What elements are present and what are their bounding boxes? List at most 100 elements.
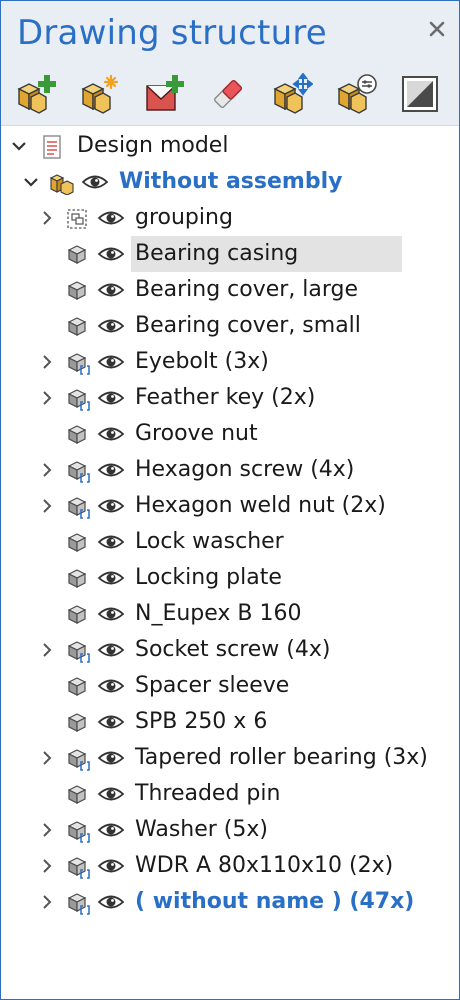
tree-item-socket-screw-4x[interactable]: Socket screw (4x) [1,632,459,668]
tree-item-label: Threaded pin [135,781,281,806]
eye-icon[interactable] [97,317,125,335]
tree-item-threaded-pin[interactable]: Threaded pin [1,776,459,812]
multi-part-icon [67,641,90,663]
tree-item-n-eupex-b-160[interactable]: N_Eupex B 160 [1,596,459,632]
multi-part-icon [67,857,90,879]
eye-icon[interactable] [97,245,125,263]
tree-item-label: Bearing cover, small [135,313,361,338]
eye-icon[interactable] [97,785,125,803]
tree-root-design-model[interactable]: Design model [1,128,459,164]
chevron-down-icon[interactable] [21,172,41,192]
part-icon [67,605,87,624]
tree-item-label: Washer (5x) [135,817,268,842]
tree-item-spb-250-x-6[interactable]: SPB 250 x 6 [1,704,459,740]
chevron-right-icon[interactable] [37,352,57,372]
tree-item-bearing-cover-large[interactable]: Bearing cover, large [1,272,459,308]
tree-item-label: WDR A 80x110x10 (2x) [135,853,394,878]
eye-icon[interactable] [97,353,125,371]
tree-item-label: Spacer sleeve [135,673,290,698]
tree-item-spacer-sleeve[interactable]: Spacer sleeve [1,668,459,704]
chevron-right-icon[interactable] [37,748,57,768]
tree-item-feather-key-2x[interactable]: Feather key (2x) [1,380,459,416]
eye-icon[interactable] [97,677,125,695]
tree-item-groove-nut[interactable]: Groove nut [1,416,459,452]
document-icon [43,135,61,159]
close-icon[interactable] [425,17,449,41]
eye-icon[interactable] [97,605,125,623]
tree-item-tapered-roller-bearing-3x[interactable]: Tapered roller bearing (3x) [1,740,459,776]
tree-item-label: Hexagon weld nut (2x) [135,493,386,518]
tree-item-bearing-casing[interactable]: Bearing casing [1,236,459,272]
chevron-right-icon[interactable] [37,820,57,840]
tree-item-label: Eyebolt (3x) [135,349,269,374]
chevron-down-icon[interactable] [9,136,29,156]
part-icon [67,677,87,696]
drawing-structure-panel: Drawing structure Design model Without a… [0,0,460,1000]
part-icon [67,533,87,552]
tree-item-grouping[interactable]: grouping [1,200,459,236]
tree-item-label: Locking plate [135,565,282,590]
chevron-right-icon[interactable] [37,208,57,228]
tree-group-without-assembly[interactable]: Without assembly [1,164,459,200]
eye-icon[interactable] [97,569,125,587]
eye-icon[interactable] [97,497,125,515]
tree-item-hexagon-weld-nut-2x[interactable]: Hexagon weld nut (2x) [1,488,459,524]
multi-part-icon [67,893,90,915]
eye-icon[interactable] [97,281,125,299]
tree-item-wdr-a-80x110x10-2x[interactable]: WDR A 80x110x10 (2x) [1,848,459,884]
tree-item-label: Hexagon screw (4x) [135,457,355,482]
tree-item-lock-wascher[interactable]: Lock wascher [1,524,459,560]
tree-item-label: Groove nut [135,421,258,446]
tree-item-label: Socket screw (4x) [135,637,331,662]
eye-icon[interactable] [97,461,125,479]
add-component-icon[interactable] [15,73,57,115]
tree-item-hexagon-screw-4x[interactable]: Hexagon screw (4x) [1,452,459,488]
eye-icon[interactable] [97,893,125,911]
panel-header: Drawing structure [1,1,459,61]
chevron-right-icon[interactable] [37,496,57,516]
eye-icon[interactable] [97,821,125,839]
grouping-icon [67,209,87,229]
part-icon [67,785,87,804]
toolbar [1,61,459,126]
chevron-right-icon[interactable] [37,892,57,912]
multi-part-icon [67,389,90,411]
tree-item-label: grouping [135,205,233,230]
eraser-icon[interactable] [207,73,249,115]
eye-icon[interactable] [97,749,125,767]
assembly-icon [49,174,74,195]
structure-tree: Design model Without assembly grouping Be… [1,127,459,999]
eye-icon[interactable] [81,173,109,191]
tree-item-bearing-cover-small[interactable]: Bearing cover, small [1,308,459,344]
chevron-right-icon[interactable] [37,856,57,876]
part-icon [67,317,87,336]
tree-item-washer-5x[interactable]: Washer (5x) [1,812,459,848]
eye-icon[interactable] [97,533,125,551]
tree-item-locking-plate[interactable]: Locking plate [1,560,459,596]
eye-icon[interactable] [97,209,125,227]
chevron-right-icon[interactable] [37,460,57,480]
chevron-right-icon[interactable] [37,388,57,408]
new-component-icon[interactable] [79,73,121,115]
eye-icon[interactable] [97,857,125,875]
part-icon [67,425,87,444]
eye-icon[interactable] [97,641,125,659]
part-icon [67,245,87,264]
eye-icon[interactable] [97,425,125,443]
eye-icon[interactable] [97,389,125,407]
tree-item-without-name-47x[interactable]: ( without name ) (47x) [1,884,459,920]
multi-part-icon [67,749,90,771]
chevron-right-icon[interactable] [37,640,57,660]
frame-icon[interactable] [399,73,441,115]
part-icon [67,713,87,732]
tree-group-label: Without assembly [119,169,343,194]
settings-component-icon[interactable] [335,73,377,115]
eye-icon[interactable] [97,713,125,731]
tree-item-label: SPB 250 x 6 [135,709,268,734]
tree-item-eyebolt-3x[interactable]: Eyebolt (3x) [1,344,459,380]
multi-part-icon [67,461,90,483]
move-component-icon[interactable] [271,73,313,115]
tree-item-label: ( without name ) (47x) [135,889,415,914]
multi-part-icon [67,353,90,375]
add-drawing-icon[interactable] [143,73,185,115]
